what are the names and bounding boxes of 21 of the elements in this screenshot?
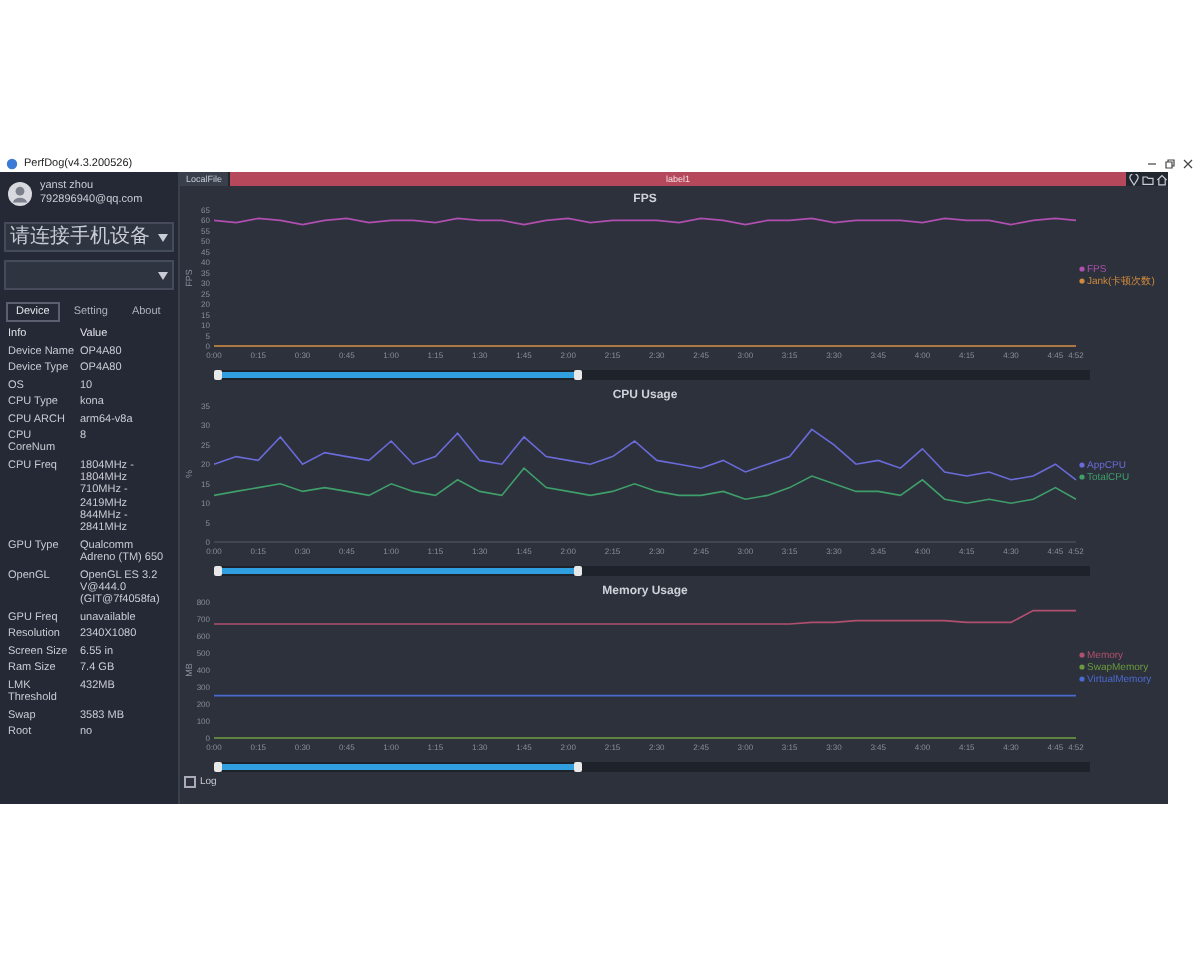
device-dropdown[interactable]: 请连接手机设备 — [4, 222, 174, 252]
slider-handle[interactable] — [573, 762, 582, 772]
restore-icon[interactable] — [1164, 157, 1176, 169]
log-checkbox[interactable] — [184, 776, 196, 788]
pin-icon[interactable] — [1128, 173, 1140, 185]
avatar-icon — [8, 181, 32, 205]
range-slider[interactable] — [214, 566, 1090, 576]
slider-handle[interactable] — [573, 370, 582, 380]
app-icon — [6, 157, 18, 169]
caret-icon — [158, 271, 168, 279]
slider-handle[interactable] — [214, 370, 222, 380]
range-slider[interactable] — [214, 370, 1090, 380]
slider-handle[interactable] — [214, 762, 222, 772]
minimize-icon[interactable] — [1146, 157, 1158, 169]
close-icon[interactable] — [1182, 157, 1194, 169]
slider-handle[interactable] — [214, 566, 222, 576]
folder-icon[interactable] — [1142, 173, 1154, 185]
home-icon[interactable] — [1156, 173, 1168, 185]
slider-handle[interactable] — [573, 566, 582, 576]
range-slider[interactable] — [214, 762, 1090, 772]
caret-icon — [158, 233, 168, 241]
